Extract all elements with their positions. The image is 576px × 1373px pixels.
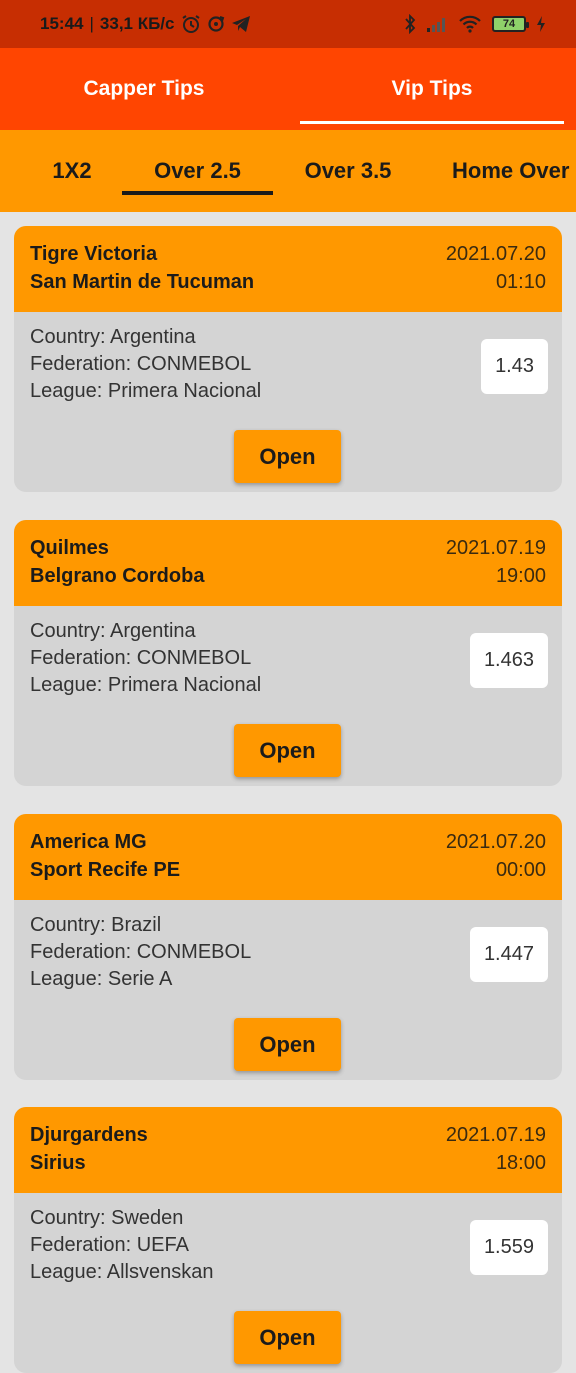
telegram-icon bbox=[231, 15, 251, 33]
home-team: Quilmes bbox=[30, 537, 109, 559]
country: Country: Argentina bbox=[30, 326, 196, 348]
federation: Federation: UEFA bbox=[30, 1234, 189, 1256]
tab-label: Over 2.5 bbox=[154, 158, 241, 183]
tab-label: 1X2 bbox=[52, 158, 92, 183]
teams: America MG Sport Recife PE bbox=[30, 828, 180, 884]
match-info: Country: Argentina Federation: CONMEBOL … bbox=[30, 324, 261, 405]
match-time: 01:10 bbox=[495, 271, 546, 293]
home-team: Djurgardens bbox=[30, 1124, 148, 1146]
tab-over-2-5[interactable]: Over 2.5 bbox=[122, 130, 273, 212]
match-header: Djurgardens Sirius 2021.07.19 18:00 bbox=[14, 1107, 562, 1193]
sync-icon bbox=[207, 15, 225, 33]
tab-label: Vip Tips bbox=[391, 77, 473, 100]
tab-over-3-5[interactable]: Over 3.5 bbox=[296, 130, 400, 212]
odds-value: 1.43 bbox=[481, 339, 548, 394]
tab-label: Home Over bbox=[452, 158, 570, 183]
tab-capper-tips[interactable]: Capper Tips bbox=[0, 48, 288, 130]
status-separator: | bbox=[89, 14, 94, 33]
battery-icon: 74 bbox=[492, 16, 529, 32]
match-datetime: 2021.07.19 18:00 bbox=[446, 1121, 546, 1177]
match-date: 2021.07.19 bbox=[445, 537, 546, 559]
tab-1x2[interactable]: 1X2 bbox=[44, 130, 100, 212]
open-button[interactable]: Open bbox=[234, 1018, 341, 1071]
match-info: Country: Sweden Federation: UEFA League:… bbox=[30, 1205, 213, 1286]
teams: Quilmes Belgrano Cordoba bbox=[30, 534, 204, 590]
tab-label: Capper Tips bbox=[83, 77, 205, 100]
home-team: Tigre Victoria bbox=[30, 243, 158, 265]
tab-vip-tips[interactable]: Vip Tips bbox=[288, 48, 576, 130]
status-right: 74 bbox=[404, 14, 546, 34]
open-button[interactable]: Open bbox=[234, 430, 341, 483]
away-team: Belgrano Cordoba bbox=[30, 565, 205, 587]
federation: Federation: CONMEBOL bbox=[30, 647, 252, 669]
match-info: Country: Brazil Federation: CONMEBOL Lea… bbox=[30, 912, 251, 993]
bluetooth-icon bbox=[404, 14, 416, 34]
status-bar: 15:44 | 33,1 КБ/с 74 bbox=[0, 0, 576, 48]
match-time: 19:00 bbox=[495, 565, 546, 587]
network-speed: 33,1 КБ/с bbox=[99, 14, 175, 33]
match-date: 2021.07.20 bbox=[445, 831, 546, 853]
match-info: Country: Argentina Federation: CONMEBOL … bbox=[30, 618, 261, 699]
match-header: America MG Sport Recife PE 2021.07.20 00… bbox=[14, 814, 562, 900]
charging-icon bbox=[536, 15, 546, 33]
country: Country: Brazil bbox=[30, 914, 162, 936]
away-team: San Martin de Tucuman bbox=[30, 271, 255, 293]
match-header: Tigre Victoria San Martin de Tucuman 202… bbox=[14, 226, 562, 312]
odds-value: 1.447 bbox=[469, 927, 548, 982]
main-tab-bar: Capper Tips Vip Tips bbox=[0, 48, 576, 130]
league: League: Serie A bbox=[30, 968, 173, 990]
match-datetime: 2021.07.20 00:00 bbox=[446, 828, 546, 884]
match-time: 18:00 bbox=[495, 1152, 546, 1174]
open-button[interactable]: Open bbox=[234, 1311, 341, 1364]
tab-label: Over 3.5 bbox=[304, 158, 392, 183]
league: League: Primera Nacional bbox=[30, 674, 262, 696]
home-team: America MG bbox=[30, 831, 147, 853]
match-datetime: 2021.07.20 01:10 bbox=[446, 240, 546, 296]
odds-value: 1.463 bbox=[469, 633, 548, 688]
market-tab-bar: 1X2 Over 2.5 Over 3.5 Home Over bbox=[0, 130, 576, 212]
wifi-icon bbox=[458, 15, 482, 33]
away-team: Sirius bbox=[30, 1152, 86, 1174]
clock: 15:44 bbox=[40, 14, 84, 33]
match-time: 00:00 bbox=[495, 859, 546, 881]
open-button[interactable]: Open bbox=[234, 724, 341, 777]
country: Country: Sweden bbox=[30, 1207, 184, 1229]
tip-card: Tigre Victoria San Martin de Tucuman 202… bbox=[14, 226, 562, 492]
tip-card: Quilmes Belgrano Cordoba 2021.07.19 19:0… bbox=[14, 520, 562, 786]
match-header: Quilmes Belgrano Cordoba 2021.07.19 19:0… bbox=[14, 520, 562, 606]
tab-home-over[interactable]: Home Over bbox=[452, 130, 569, 212]
tip-card: America MG Sport Recife PE 2021.07.20 00… bbox=[14, 814, 562, 1080]
match-date: 2021.07.19 bbox=[445, 1124, 546, 1146]
federation: Federation: CONMEBOL bbox=[30, 941, 252, 963]
federation: Federation: CONMEBOL bbox=[30, 353, 252, 375]
country: Country: Argentina bbox=[30, 620, 196, 642]
match-date: 2021.07.20 bbox=[445, 243, 546, 265]
teams: Djurgardens Sirius bbox=[30, 1121, 148, 1177]
match-datetime: 2021.07.19 19:00 bbox=[446, 534, 546, 590]
status-left: 15:44 | 33,1 КБ/с bbox=[40, 14, 251, 34]
teams: Tigre Victoria San Martin de Tucuman bbox=[30, 240, 254, 296]
alarm-icon bbox=[181, 14, 201, 34]
odds-value: 1.559 bbox=[469, 1220, 548, 1275]
signal-icon bbox=[426, 16, 448, 32]
tip-card: Djurgardens Sirius 2021.07.19 18:00 Coun… bbox=[14, 1107, 562, 1373]
league: League: Primera Nacional bbox=[30, 380, 262, 402]
league: League: Allsvenskan bbox=[30, 1261, 214, 1283]
away-team: Sport Recife PE bbox=[30, 859, 181, 881]
